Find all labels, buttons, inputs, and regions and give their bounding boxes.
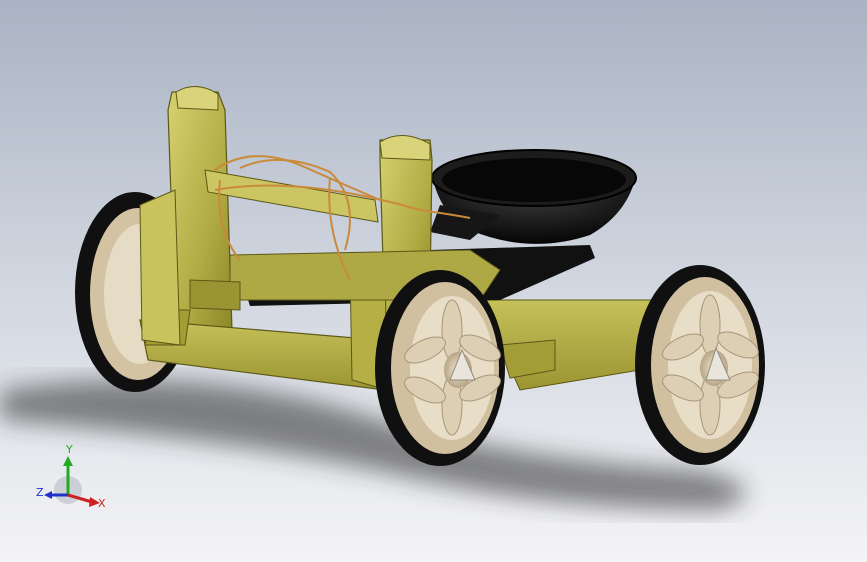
x-axis-label: X	[98, 497, 106, 510]
z-axis-label: Z	[36, 486, 44, 499]
axis-triad[interactable]: Y X Z	[30, 440, 110, 520]
cad-viewport[interactable]: Y X Z	[0, 0, 867, 562]
bucket	[430, 149, 637, 244]
catapult-model[interactable]	[0, 0, 867, 562]
z-axis-head	[44, 491, 52, 499]
y-axis-head	[63, 456, 73, 466]
wheel-front-right	[635, 265, 765, 465]
wheel-front-left	[375, 270, 505, 466]
y-axis-label: Y	[65, 443, 73, 456]
ground-shadow	[0, 380, 746, 510]
